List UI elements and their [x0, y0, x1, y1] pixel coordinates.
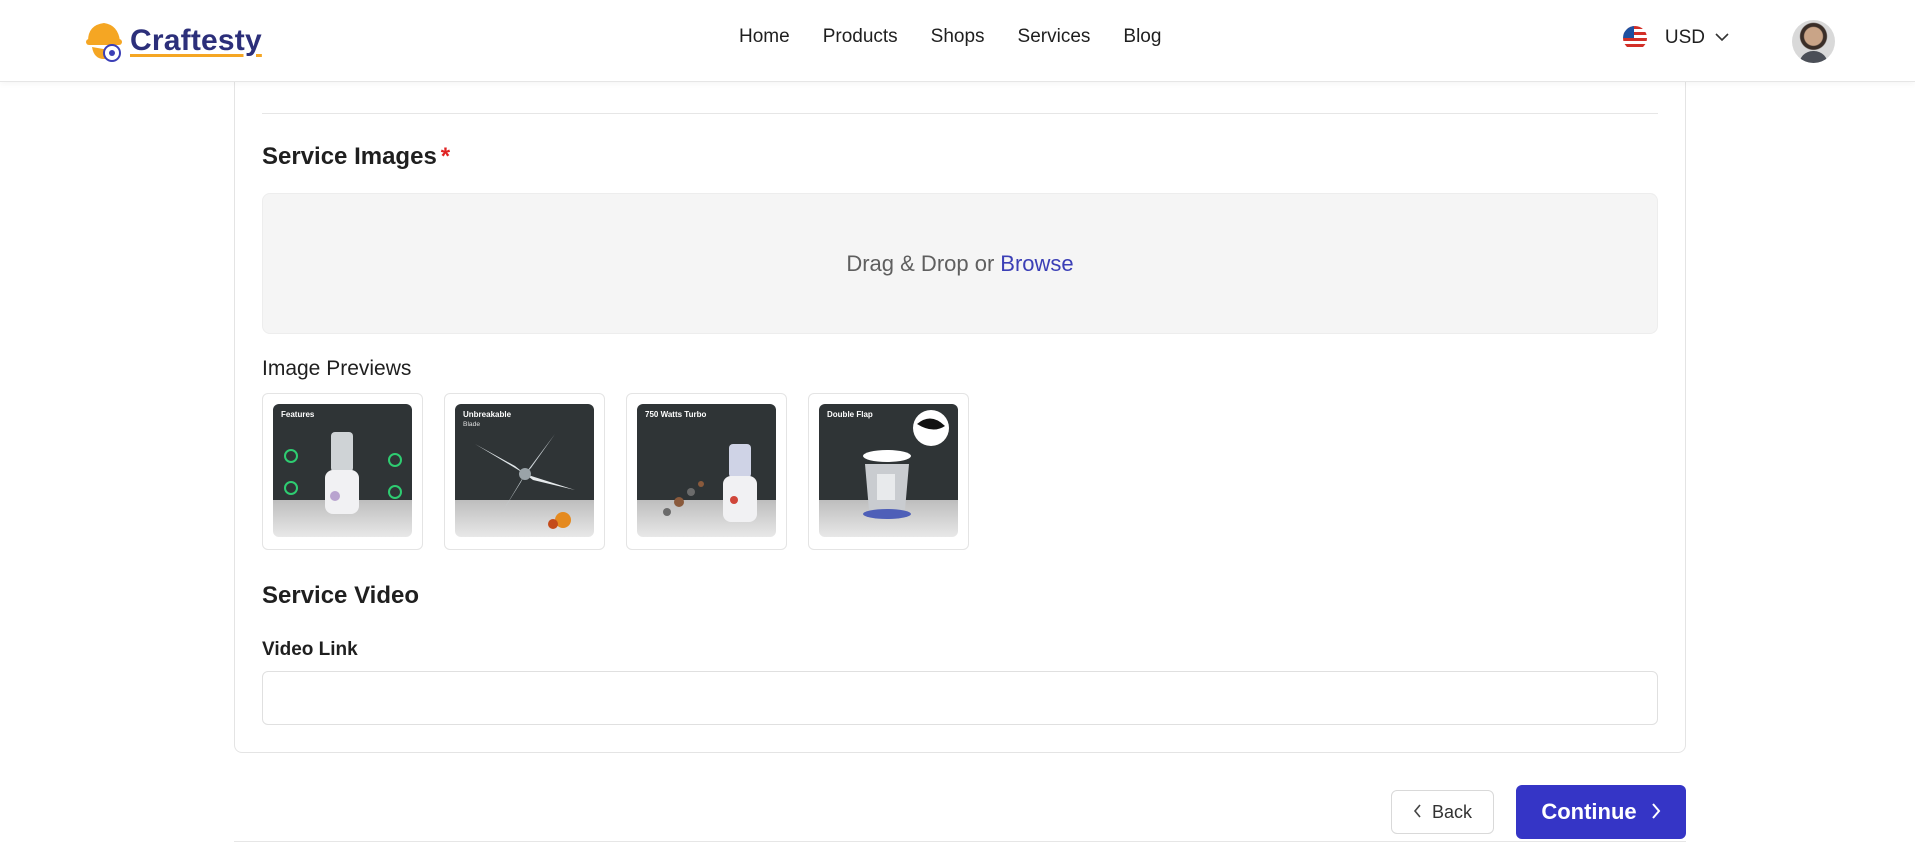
preview-image-blender-features: Features	[273, 404, 412, 537]
currency-label: USD	[1664, 27, 1705, 48]
main-nav: Home Products Shops Services Blog	[739, 26, 1194, 48]
bottom-divider	[234, 841, 1686, 842]
image-preview-4[interactable]: Double Flap	[808, 393, 969, 550]
chevron-left-icon	[1413, 802, 1422, 823]
chevron-right-icon	[1651, 799, 1661, 825]
back-button-label: Back	[1431, 801, 1473, 822]
logo-text: Craftesty	[130, 24, 262, 57]
service-images-title: Service Images *	[262, 143, 450, 171]
video-link-input[interactable]	[262, 671, 1658, 725]
section-divider	[262, 113, 1658, 114]
image-previews: Features Unbreakable Blade 750 Watts Tur…	[262, 393, 969, 550]
nav-shops[interactable]: Shops	[931, 26, 985, 48]
browse-link[interactable]: Browse	[1000, 251, 1073, 277]
top-header: Craftesty Home Products Shops Services B…	[0, 0, 1915, 82]
preview-image-double-flap: Double Flap	[819, 404, 958, 537]
helmet-gear-logo-icon	[84, 17, 126, 65]
chevron-down-icon	[1715, 29, 1729, 47]
us-flag-icon	[1622, 26, 1647, 50]
video-link-label: Video Link	[262, 639, 358, 660]
service-images-title-text: Service Images	[262, 143, 437, 170]
service-video-title: Service Video	[262, 582, 419, 609]
dropzone-text: Drag & Drop or	[846, 250, 995, 276]
logo[interactable]: Craftesty	[84, 17, 262, 65]
required-mark: *	[440, 143, 451, 170]
nav-home[interactable]: Home	[739, 26, 790, 48]
nav-products[interactable]: Products	[823, 26, 898, 48]
user-avatar[interactable]	[1792, 20, 1835, 63]
preview-image-turbo-motor: 750 Watts Turbo	[637, 404, 776, 537]
continue-button[interactable]: Continue	[1516, 785, 1686, 839]
image-previews-label: Image Previews	[262, 357, 412, 380]
nav-services[interactable]: Services	[1018, 26, 1091, 48]
currency-selector[interactable]: USD	[1622, 26, 1729, 50]
image-dropzone[interactable]: Drag & Drop or Browse	[262, 193, 1658, 334]
continue-button-label: Continue	[1541, 799, 1637, 824]
image-preview-2[interactable]: Unbreakable Blade	[444, 393, 605, 550]
image-preview-3[interactable]: 750 Watts Turbo	[626, 393, 787, 550]
nav-blog[interactable]: Blog	[1123, 26, 1161, 48]
back-button[interactable]: Back	[1391, 790, 1494, 834]
image-preview-1[interactable]: Features	[262, 393, 423, 550]
preview-image-blade: Unbreakable Blade	[455, 404, 594, 537]
